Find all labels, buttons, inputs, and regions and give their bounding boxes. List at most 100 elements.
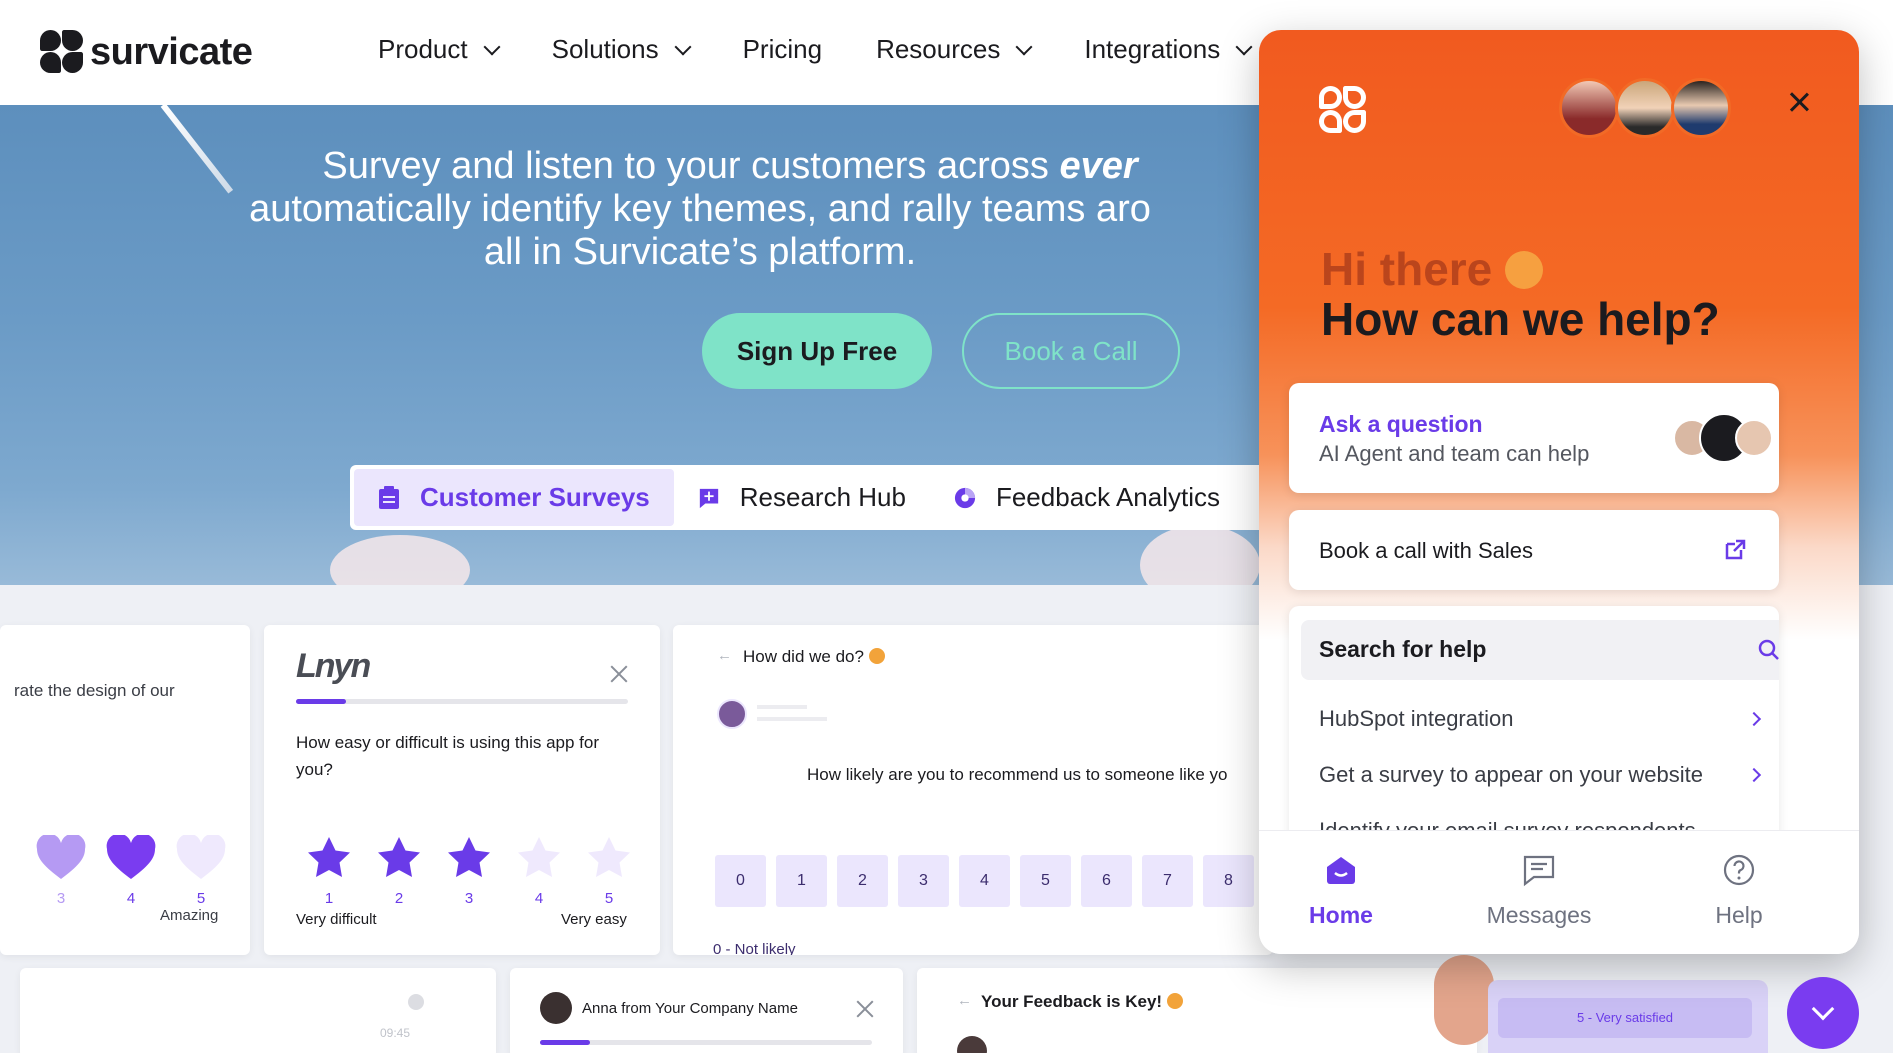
star-option[interactable]: 4 bbox=[504, 835, 574, 907]
hand-decoration bbox=[1434, 955, 1494, 1045]
placeholder-line bbox=[757, 717, 827, 721]
nps-survey-card: ← How did we do? How likely are you to r… bbox=[673, 625, 1273, 955]
answer-option[interactable]: 5 - Very satisfied bbox=[1498, 998, 1752, 1038]
scale-min-label: 0 - Not likely bbox=[713, 941, 796, 955]
heart-option[interactable]: 4 bbox=[96, 833, 166, 907]
nav-item-solutions[interactable]: Solutions bbox=[551, 34, 692, 65]
widget-headline: How can we help? bbox=[1321, 293, 1720, 345]
survicate-widget-logo-icon bbox=[1319, 86, 1369, 136]
survicate-logo-icon bbox=[40, 30, 84, 74]
star-icon bbox=[448, 837, 490, 877]
cloud-decoration bbox=[330, 535, 470, 585]
help-article-item[interactable]: Get a survey to appear on your website bbox=[1319, 762, 1703, 788]
nps-option[interactable]: 1 bbox=[776, 855, 827, 907]
hero-line-1-emphasis: ever bbox=[1059, 145, 1138, 187]
tab-messages[interactable]: Messages bbox=[1459, 853, 1619, 929]
star-number: 5 bbox=[604, 890, 614, 907]
nav-item-pricing[interactable]: Pricing bbox=[743, 34, 822, 65]
help-article-title: Get a survey to appear on your website bbox=[1319, 762, 1703, 787]
close-widget-button[interactable] bbox=[1789, 92, 1809, 112]
nav-item-product[interactable]: Product bbox=[378, 34, 501, 65]
survicate-logo[interactable]: survicate bbox=[40, 30, 253, 74]
heart-option[interactable]: 3 bbox=[26, 833, 96, 907]
tab-home[interactable]: Home bbox=[1261, 853, 1421, 929]
help-article-item[interactable]: HubSpot integration bbox=[1319, 706, 1513, 732]
hero-line-2: automatically identify key themes, and r… bbox=[249, 188, 1151, 230]
avatar bbox=[540, 992, 572, 1024]
brand-name: survicate bbox=[90, 30, 253, 73]
book-a-call-button[interactable]: Book a Call bbox=[962, 313, 1180, 389]
survey-title-text: How did we do? bbox=[743, 647, 864, 666]
search-help-input[interactable]: Search for help bbox=[1301, 620, 1779, 680]
tab-feedback-analytics[interactable]: Feedback Analytics bbox=[930, 469, 1244, 526]
widget-launcher-button[interactable] bbox=[1787, 977, 1859, 1049]
avatar bbox=[1735, 419, 1773, 457]
nps-option[interactable]: 5 bbox=[1020, 855, 1071, 907]
sign-up-free-button[interactable]: Sign Up Free bbox=[702, 313, 932, 389]
nps-option[interactable]: 4 bbox=[959, 855, 1010, 907]
nps-option[interactable]: 0 bbox=[715, 855, 766, 907]
nav-item-label: Integrations bbox=[1084, 34, 1221, 64]
ask-question-title: Ask a question bbox=[1319, 411, 1483, 437]
tab-customer-surveys[interactable]: Customer Surveys bbox=[354, 469, 674, 526]
close-icon[interactable] bbox=[608, 663, 630, 685]
placeholder-line bbox=[757, 705, 807, 709]
chevron-down-icon bbox=[1235, 38, 1253, 55]
book-call-sales-card[interactable]: Book a call with Sales bbox=[1289, 510, 1779, 590]
star-number: 2 bbox=[394, 890, 404, 907]
product-tabs: Customer Surveys Research Hub Feedback A… bbox=[350, 465, 1350, 530]
nps-option[interactable]: 2 bbox=[837, 855, 888, 907]
ask-question-card[interactable]: Ask a question AI Agent and team can hel… bbox=[1289, 383, 1779, 493]
nav-item-resources[interactable]: Resources bbox=[876, 34, 1033, 65]
nps-option[interactable]: 6 bbox=[1081, 855, 1132, 907]
chevron-down-icon bbox=[1811, 997, 1835, 1021]
star-option[interactable]: 2 bbox=[364, 835, 434, 907]
survey-question: How likely are you to recommend us to so… bbox=[807, 765, 1228, 784]
chat-plus-icon bbox=[699, 488, 718, 508]
nps-option[interactable]: 7 bbox=[1142, 855, 1193, 907]
nav-item-label: Pricing bbox=[742, 34, 823, 64]
chevron-right-icon bbox=[1746, 767, 1762, 783]
hearts-survey-card: rate the design of our 3 4 5 Amazing bbox=[0, 625, 250, 955]
help-search-card: Search for help HubSpot integration Get … bbox=[1289, 606, 1779, 856]
status-dot bbox=[408, 994, 424, 1010]
nav-item-integrations[interactable]: Integrations bbox=[1084, 34, 1253, 65]
avatar bbox=[1671, 78, 1731, 138]
nps-option[interactable]: 8 bbox=[1203, 855, 1254, 907]
chevron-down-icon bbox=[674, 38, 692, 55]
tab-label: Feedback Analytics bbox=[995, 482, 1220, 512]
messages-icon bbox=[1523, 855, 1555, 887]
nps-scale: 012345678 bbox=[715, 855, 1264, 907]
survey-question: How easy or difficult is using this app … bbox=[296, 733, 599, 779]
help-widget: Hi there How can we help? Ask a question… bbox=[1259, 30, 1859, 954]
greeting-text: Hi there bbox=[1321, 242, 1544, 296]
greeting-label: Hi there bbox=[1321, 243, 1493, 295]
star-number: 3 bbox=[464, 890, 474, 907]
back-arrow-icon[interactable]: ← bbox=[957, 992, 972, 1009]
star-option[interactable]: 3 bbox=[434, 835, 504, 907]
star-number: 1 bbox=[324, 890, 334, 907]
back-arrow-icon[interactable]: ← bbox=[717, 647, 732, 664]
survey-question: rate the design of our bbox=[14, 681, 175, 700]
nps-option[interactable]: 3 bbox=[898, 855, 949, 907]
heart-option[interactable]: 5 bbox=[166, 833, 236, 907]
feedback-survey-card: ← Your Feedback is Key! bbox=[917, 968, 1477, 1053]
star-option[interactable]: 5 bbox=[574, 835, 644, 907]
message-time: 09:45 bbox=[380, 1026, 411, 1040]
heart-number: 5 bbox=[196, 890, 206, 907]
star-icon bbox=[378, 837, 420, 877]
anna-survey-card: Anna from Your Company Name bbox=[510, 968, 903, 1053]
tab-label: Messages bbox=[1486, 902, 1592, 928]
tab-research-hub[interactable]: Research Hub bbox=[674, 469, 930, 526]
star-option[interactable]: 1 bbox=[294, 835, 364, 907]
cloud-decoration bbox=[1140, 525, 1260, 585]
scale-min-label: Very difficult bbox=[296, 911, 377, 928]
close-icon[interactable] bbox=[854, 998, 876, 1020]
tab-help[interactable]: Help bbox=[1659, 853, 1819, 929]
home-icon bbox=[1327, 857, 1355, 884]
chat-preview-card: 09:45 bbox=[20, 968, 496, 1053]
nav-item-label: Solutions bbox=[551, 34, 659, 64]
hearts-rating: 3 4 5 bbox=[26, 833, 236, 907]
search-label: Search for help bbox=[1319, 636, 1487, 662]
survey-title: Your Feedback is Key! bbox=[981, 992, 1183, 1012]
